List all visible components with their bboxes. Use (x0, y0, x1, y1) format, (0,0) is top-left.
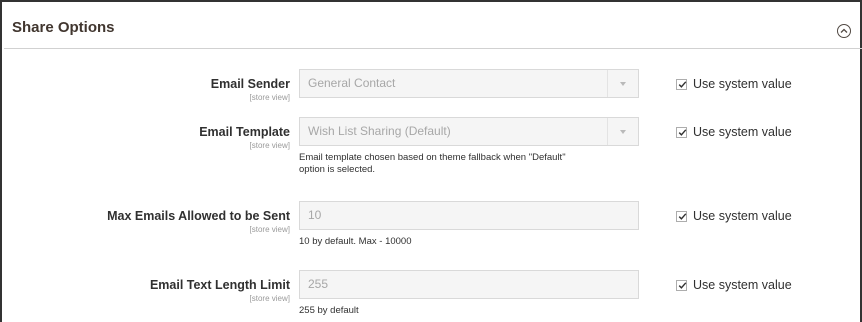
field-label: Max Emails Allowed to be Sent (107, 209, 290, 223)
field-label: Email Text Length Limit (149, 278, 290, 292)
dropdown-arrow-icon[interactable] (607, 70, 638, 97)
select-value: Wish List Sharing (Default) (308, 124, 451, 138)
dropdown-arrow-icon[interactable] (607, 118, 638, 145)
field-note: 10 by default. Max - 10000 (299, 236, 412, 247)
use-system-value-label: Use system value (693, 209, 792, 223)
email-sender-select[interactable]: General Contact (299, 69, 639, 98)
use-system-value-label: Use system value (693, 278, 792, 292)
max-emails-input[interactable]: 10 (299, 201, 639, 230)
use-system-value-checkbox[interactable] (676, 211, 687, 222)
scope-label: [store view] (249, 225, 290, 234)
note-line: option is selected. (299, 164, 376, 175)
use-system-value-label: Use system value (693, 125, 792, 139)
input-value: 255 (308, 277, 329, 291)
note-line: Email template chosen based on theme fal… (299, 152, 566, 163)
field-note: 255 by default (299, 305, 359, 316)
field-note: Email template chosen based on theme fal… (299, 152, 566, 176)
text-length-limit-input[interactable]: 255 (299, 270, 639, 299)
section-title: Share Options (12, 19, 115, 36)
input-value: 10 (308, 208, 322, 222)
field-label: Email Template (199, 125, 290, 139)
section-header[interactable]: Share Options (4, 4, 862, 49)
email-template-select[interactable]: Wish List Sharing (Default) (299, 117, 639, 146)
collapse-toggle-icon[interactable] (837, 24, 851, 38)
scope-label: [store view] (249, 141, 290, 150)
scope-label: [store view] (249, 294, 290, 303)
select-value: General Contact (308, 76, 396, 90)
use-system-value-checkbox[interactable] (676, 280, 687, 291)
use-system-value-checkbox[interactable] (676, 127, 687, 138)
field-label: Email Sender (210, 77, 290, 91)
use-system-value-label: Use system value (693, 77, 792, 91)
scope-label: [store view] (249, 93, 290, 102)
use-system-value-checkbox[interactable] (676, 79, 687, 90)
